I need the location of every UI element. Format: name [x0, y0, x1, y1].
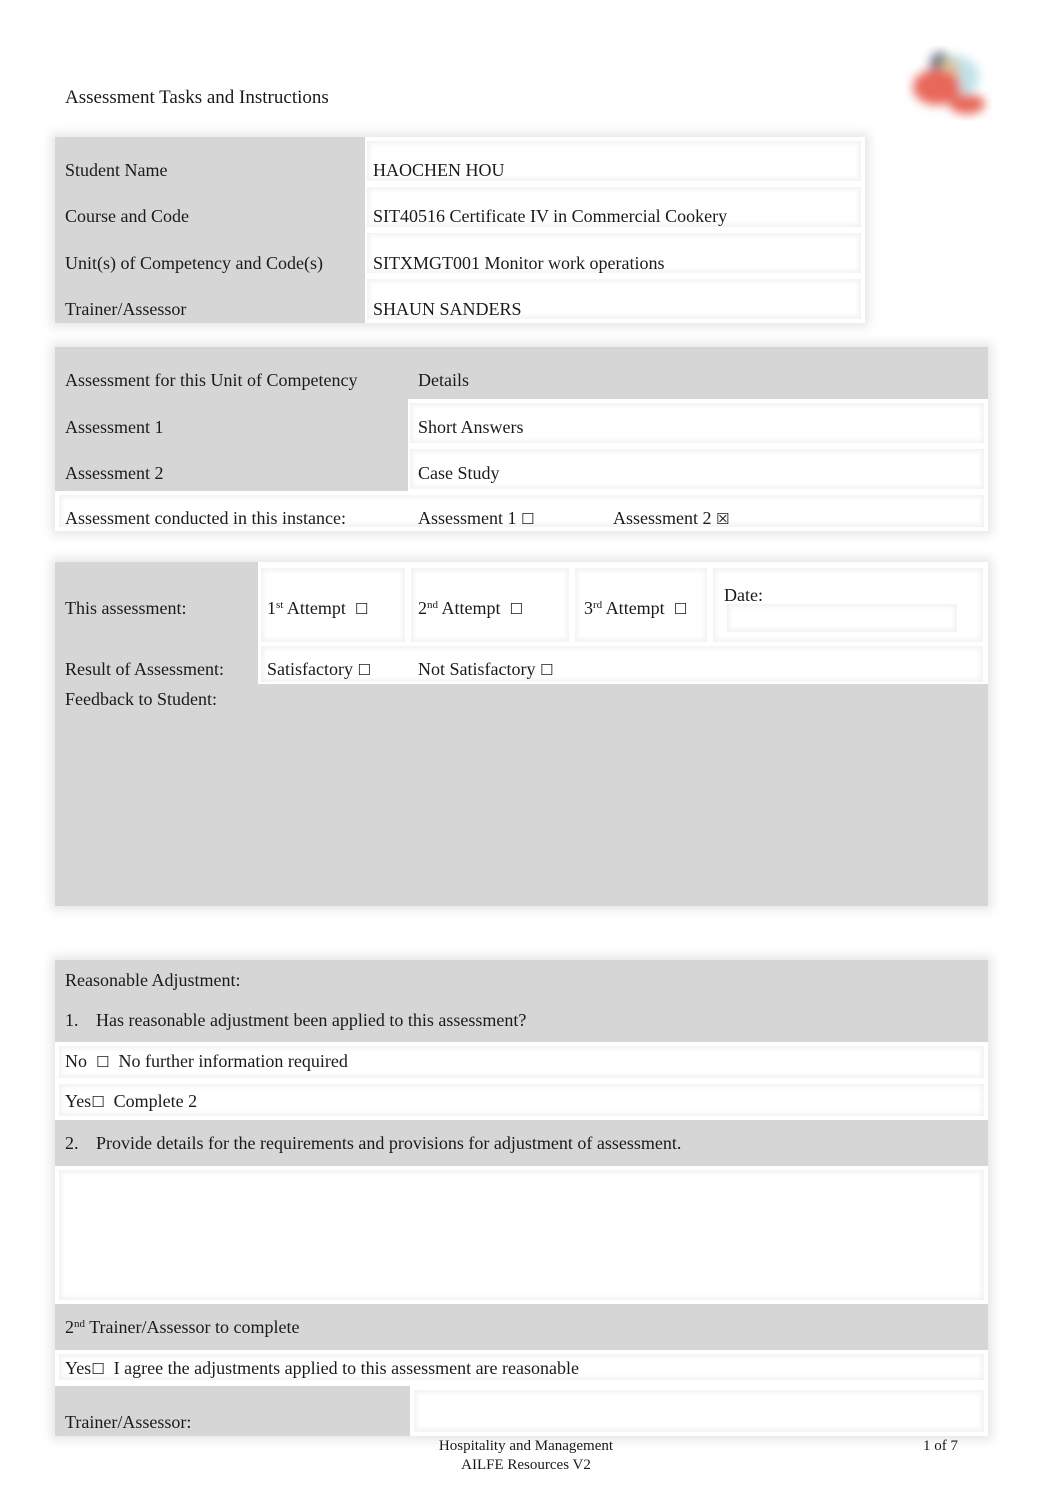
- unchecked-checkbox-icon[interactable]: ☐: [355, 598, 368, 620]
- checked-checkbox-icon[interactable]: ☒: [716, 508, 729, 530]
- course-value: SIT40516 Certificate IV in Commercial Co…: [373, 206, 728, 226]
- attempt-number: 1: [267, 598, 276, 618]
- unchecked-checkbox-icon[interactable]: ☐: [674, 598, 687, 620]
- feedback-label: Feedback to Student:: [65, 689, 217, 709]
- attempt-text: Attempt: [441, 598, 501, 618]
- assessment-2-value: Case Study: [418, 463, 500, 483]
- yes-row: [59, 1084, 984, 1116]
- trainer-value: SHAUN SANDERS: [373, 299, 522, 319]
- yes-option[interactable]: Yes☐ Complete 2: [65, 1090, 197, 1113]
- ordinal-suffix: nd: [74, 1318, 85, 1330]
- attempt-number: 3: [584, 598, 593, 618]
- unchecked-checkbox-icon[interactable]: ☐: [91, 1091, 104, 1113]
- course-label: Course and Code: [65, 206, 189, 226]
- organisation-logo: [895, 42, 995, 122]
- attempt-text: Attempt: [286, 598, 346, 618]
- footer-center: Hospitality and Management AILFE Resourc…: [376, 1437, 676, 1475]
- adjustment-details-field[interactable]: [59, 1170, 984, 1300]
- page-title: Assessment Tasks and Instructions: [65, 87, 329, 108]
- trainer-signature-field[interactable]: [414, 1390, 984, 1432]
- footer-line-1: Hospitality and Management: [438, 1438, 614, 1454]
- result-option-not-satisfactory[interactable]: Not Satisfactory ☐: [418, 658, 553, 681]
- logo-icon: [913, 52, 985, 114]
- adjustment-heading: Reasonable Adjustment:: [65, 970, 241, 990]
- page-number: 1 of 7: [923, 1438, 958, 1454]
- yes-text: Complete 2: [113, 1091, 198, 1111]
- unit-value: SITXMGT001 Monitor work operations: [373, 253, 665, 273]
- result-option-satisfactory[interactable]: Satisfactory ☐: [267, 658, 371, 681]
- student-name-label: Student Name: [65, 160, 168, 180]
- date-input[interactable]: [727, 604, 957, 632]
- trainer-label: Trainer/Assessor: [65, 299, 187, 319]
- student-name-value: HAOCHEN HOU: [373, 160, 505, 180]
- footer-line-2: AILFE Resources V2: [461, 1457, 591, 1473]
- unchecked-checkbox-icon[interactable]: ☐: [521, 508, 534, 530]
- q2-text: Provide details for the requirements and…: [96, 1133, 682, 1153]
- assessment-1-label: Assessment 1: [65, 417, 164, 437]
- q1-number: 1.: [65, 1010, 79, 1030]
- trainer-signature-label: Trainer/Assessor:: [65, 1412, 192, 1432]
- second-assessor-heading: 2nd Trainer/Assessor to complete: [65, 1316, 300, 1338]
- ordinal-suffix: rd: [593, 599, 603, 611]
- attempt-label: This assessment:: [65, 598, 187, 618]
- result-label: Result of Assessment:: [65, 659, 225, 679]
- assessment-header-left: Assessment for this Unit of Competency: [65, 370, 358, 390]
- feedback-field[interactable]: [55, 684, 988, 906]
- attempt-option-1[interactable]: 1st Attempt ☐: [267, 597, 368, 620]
- q2-number: 2.: [65, 1133, 79, 1153]
- q1-text: Has reasonable adjustment been applied t…: [96, 1010, 527, 1030]
- agree-option[interactable]: Yes☐ I agree the adjustments applied to …: [65, 1357, 579, 1380]
- conducted-option-assessment-1[interactable]: Assessment 1 ☐: [418, 507, 534, 530]
- unchecked-checkbox-icon[interactable]: ☐: [540, 659, 553, 681]
- conducted-option-assessment-2[interactable]: Assessment 2 ☒: [613, 507, 729, 530]
- conducted-option-label: Assessment 1: [418, 508, 517, 528]
- ordinal-suffix: st: [276, 599, 284, 611]
- agree-text: I agree the adjustments applied to this …: [113, 1358, 580, 1378]
- attempt-number: 2: [418, 598, 427, 618]
- attempt-option-3[interactable]: 3rd Attempt ☐: [584, 597, 687, 620]
- attempt-option-2[interactable]: 2nd Attempt ☐: [418, 597, 523, 620]
- no-label: No: [65, 1051, 87, 1071]
- result-option-label: Not Satisfactory: [418, 659, 536, 679]
- agree-label: Yes: [65, 1358, 92, 1378]
- conducted-label: Assessment conducted in this instance:: [65, 508, 346, 528]
- unchecked-checkbox-icon[interactable]: ☐: [510, 598, 523, 620]
- ordinal-number: 2: [65, 1317, 74, 1337]
- assessment-2-label: Assessment 2: [65, 463, 164, 483]
- result-option-label: Satisfactory: [267, 659, 353, 679]
- ordinal-suffix: nd: [427, 599, 438, 611]
- no-text: No further information required: [118, 1051, 348, 1071]
- unchecked-checkbox-icon[interactable]: ☐: [96, 1051, 109, 1073]
- assessment-1-value: Short Answers: [418, 417, 524, 437]
- attempt-text: Attempt: [605, 598, 665, 618]
- unchecked-checkbox-icon[interactable]: ☐: [91, 1358, 104, 1380]
- no-option[interactable]: No ☐ No further information required: [65, 1050, 348, 1073]
- second-assessor-text: Trainer/Assessor to complete: [89, 1317, 300, 1337]
- yes-label: Yes: [65, 1091, 92, 1111]
- assessment-header-right: Details: [418, 370, 469, 390]
- unit-label: Unit(s) of Competency and Code(s): [65, 253, 323, 273]
- date-label: Date:: [724, 585, 763, 605]
- unchecked-checkbox-icon[interactable]: ☐: [357, 659, 370, 681]
- conducted-option-label: Assessment 2: [613, 508, 712, 528]
